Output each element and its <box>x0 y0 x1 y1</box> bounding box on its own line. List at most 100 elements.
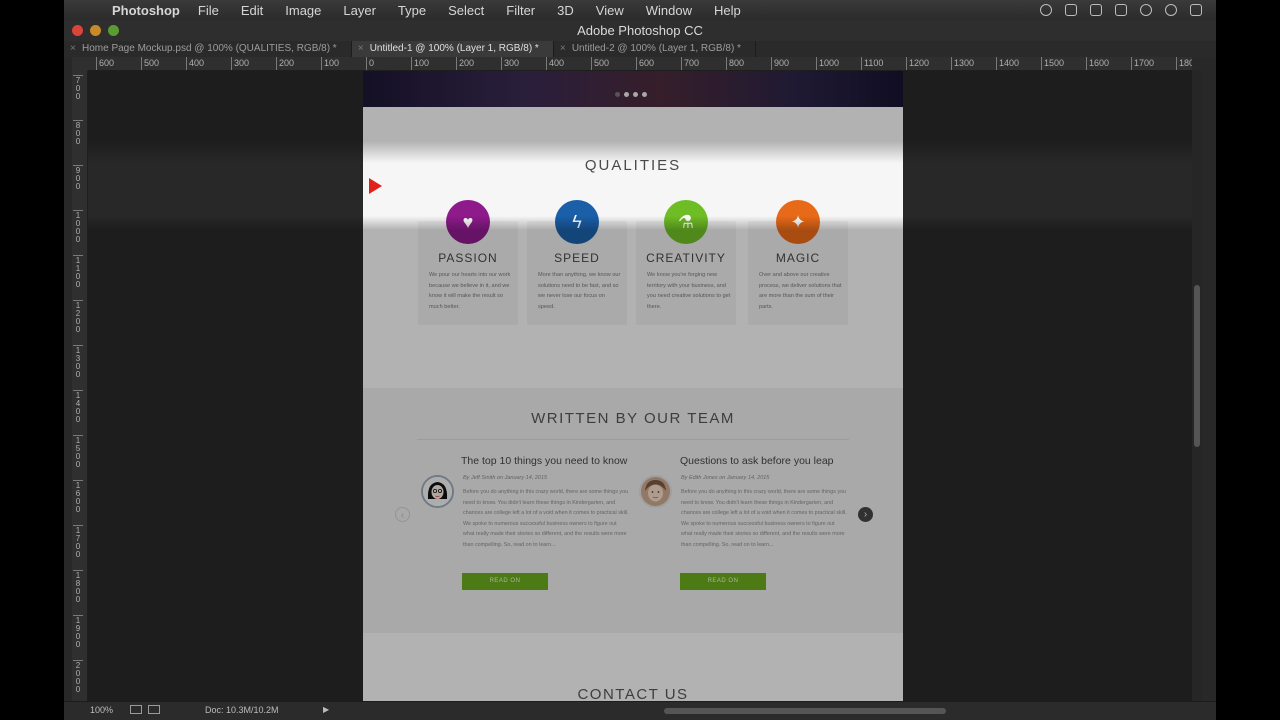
menu-status-icons <box>1040 0 1216 20</box>
tab-label: Untitled-2 @ 100% (Layer 1, RGB/8) * <box>571 43 741 54</box>
tab-close-icon[interactable]: × <box>560 41 566 57</box>
ruler-tick-label: 400 <box>186 57 204 70</box>
share-icon[interactable] <box>148 705 160 714</box>
contact-section: CONTACT US <box>363 633 903 701</box>
list-icon[interactable] <box>1190 4 1202 16</box>
ruler-tick-label: 1500 <box>73 435 83 469</box>
ruler-tick-label: 400 <box>546 57 564 70</box>
carousel-next-button[interactable]: › <box>858 507 873 522</box>
ruler-tick-label: 180 <box>1176 57 1192 70</box>
ruler-tick-label: 500 <box>141 57 159 70</box>
quality-text: We know you're forging new territory wit… <box>647 272 731 310</box>
zoom-window-button[interactable] <box>108 25 119 36</box>
ruler-tick-label: 900 <box>73 165 83 191</box>
vertical-ruler[interactable]: 700 800 900 1000 1100 1200 1300 1400 1500 1600 170… <box>72 71 88 701</box>
menu-bar: Photoshop File Edit Image Layer Type Sel… <box>64 0 1216 20</box>
status-menu-arrow[interactable]: ▶ <box>323 705 329 714</box>
menu-layer[interactable]: Layer <box>343 3 376 18</box>
slider-dot[interactable] <box>642 92 647 97</box>
scrollbar-thumb[interactable] <box>1194 285 1200 447</box>
ruler-tick-label: 1600 <box>73 480 83 514</box>
ruler-tick-label: 200 <box>456 57 474 70</box>
tab-label: Untitled-1 @ 100% (Layer 1, RGB/8) * <box>369 43 539 54</box>
tab-untitled-2[interactable]: × Untitled-2 @ 100% (Layer 1, RGB/8) * <box>554 41 756 57</box>
post-meta: By Edith Jones on January 14, 2015 <box>681 475 770 481</box>
menu-help[interactable]: Help <box>714 3 741 18</box>
vertical-scrollbar[interactable] <box>1192 71 1202 701</box>
ruler-tick-label: 2000 <box>73 660 83 694</box>
document-size[interactable]: Doc: 10.3M/10.2M <box>205 705 279 715</box>
qualities-section: QUALITIES ♥ ϟ ⚗ ✦ PASSION SPEED CREATIVI… <box>363 107 903 388</box>
menu-3d[interactable]: 3D <box>557 3 574 18</box>
slider-dot[interactable] <box>633 92 638 97</box>
team-title: WRITTEN BY OUR TEAM <box>531 410 735 427</box>
canvas-area[interactable]: QUALITIES ♥ ϟ ⚗ ✦ PASSION SPEED CREATIVI… <box>88 71 1192 701</box>
app-menu[interactable]: Photoshop <box>112 3 180 18</box>
tab-close-icon[interactable]: × <box>358 41 364 57</box>
ruler-tick-label: 300 <box>501 57 519 70</box>
ruler-tick-label: 1900 <box>73 615 83 649</box>
tab-label: Home Page Mockup.psd @ 100% (QUALITIES, … <box>82 43 337 54</box>
horizontal-ruler[interactable]: 600 500 400 300 200 100 0 100 200 300 400 500 600 700… <box>88 57 1192 71</box>
carousel-prev-button[interactable]: ‹ <box>395 507 410 522</box>
ruler-origin[interactable] <box>72 57 88 71</box>
ruler-tick-label: 100 <box>411 57 429 70</box>
window-title: Adobe Photoshop CC <box>577 23 703 38</box>
display-icon[interactable] <box>1065 4 1077 16</box>
qualities-title: QUALITIES <box>584 157 682 174</box>
horizontal-scrollbar-thumb[interactable] <box>664 708 946 714</box>
menu-edit[interactable]: Edit <box>241 3 263 18</box>
search-icon[interactable] <box>1165 4 1177 16</box>
post-title[interactable]: Questions to ask before you leap <box>680 455 834 467</box>
flask-icon: ⚗ <box>664 200 708 244</box>
ruler-tick-label: 1500 <box>1041 57 1064 70</box>
hero-image <box>363 71 903 107</box>
menu-view[interactable]: View <box>596 3 624 18</box>
ruler-tick-label: 1300 <box>951 57 974 70</box>
slider-dot[interactable] <box>615 92 620 97</box>
document-canvas[interactable]: QUALITIES ♥ ϟ ⚗ ✦ PASSION SPEED CREATIVI… <box>363 71 903 701</box>
quality-name: SPEED <box>554 251 600 265</box>
clock-icon[interactable] <box>1140 4 1152 16</box>
status-bar: 100% Doc: 10.3M/10.2M ▶ <box>64 701 1216 720</box>
avatar <box>421 475 454 508</box>
minimize-window-button[interactable] <box>90 25 101 36</box>
ruler-tick-label: 1400 <box>996 57 1019 70</box>
menu-filter[interactable]: Filter <box>506 3 535 18</box>
post-body: Before you do anything in this crazy wor… <box>463 489 629 548</box>
sync-icon[interactable] <box>1040 4 1052 16</box>
post-title[interactable]: The top 10 things you need to know <box>461 455 627 467</box>
document-tabs: × Home Page Mockup.psd @ 100% (QUALITIES… <box>64 41 1216 57</box>
ruler-tick-label: 100 <box>321 57 339 70</box>
menu-select[interactable]: Select <box>448 3 484 18</box>
slider-dots <box>615 92 647 97</box>
tab-untitled-1[interactable]: × Untitled-1 @ 100% (Layer 1, RGB/8) * <box>351 41 554 57</box>
tab-close-icon[interactable]: × <box>70 41 76 57</box>
ruler-tick-label: 1100 <box>861 57 883 70</box>
ruler-tick-label: 1200 <box>73 300 83 334</box>
print-preview-icon[interactable] <box>130 705 142 714</box>
menu-window[interactable]: Window <box>646 3 692 18</box>
checkbox-icon[interactable] <box>1115 4 1127 16</box>
menu-image[interactable]: Image <box>285 3 321 18</box>
menu-type[interactable]: Type <box>398 3 426 18</box>
ruler-tick-label: 300 <box>231 57 249 70</box>
ruler-tick-label: 1000 <box>73 210 83 244</box>
ruler-tick-label: 700 <box>73 75 83 101</box>
photoshop-window: Photoshop File Edit Image Layer Type Sel… <box>64 0 1216 720</box>
camera-icon[interactable] <box>1090 4 1102 16</box>
ruler-tick-label: 1300 <box>73 345 83 379</box>
tab-home-page-mockup[interactable]: × Home Page Mockup.psd @ 100% (QUALITIES… <box>64 41 352 57</box>
slider-dot[interactable] <box>624 92 629 97</box>
ruler-tick-label: 800 <box>726 57 744 70</box>
ruler-tick-label: 500 <box>591 57 609 70</box>
zoom-level[interactable]: 100% <box>90 705 113 715</box>
close-window-button[interactable] <box>72 25 83 36</box>
ruler-tick-label: 1000 <box>816 57 839 70</box>
divider <box>417 439 849 440</box>
read-on-button[interactable]: READ ON <box>462 573 548 590</box>
lightning-icon: ϟ <box>555 200 599 244</box>
menu-file[interactable]: File <box>198 3 219 18</box>
post-body: Before you do anything in this crazy wor… <box>681 489 847 548</box>
read-on-button[interactable]: READ ON <box>680 573 766 590</box>
